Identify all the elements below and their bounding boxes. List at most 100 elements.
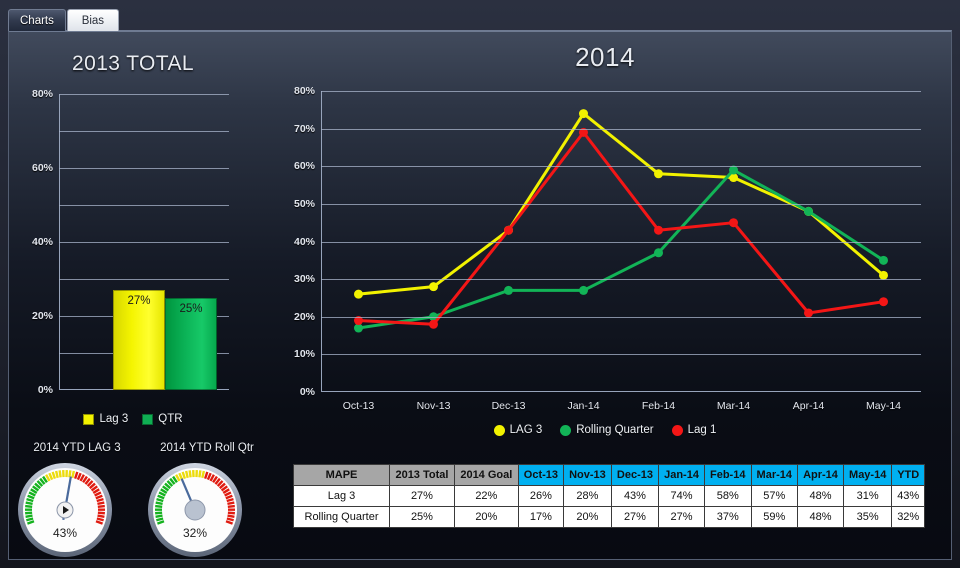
gauge-ytd-rollqtr-dial: 32% xyxy=(147,462,243,559)
line-point xyxy=(879,297,888,307)
line-point xyxy=(879,255,888,265)
line-y-tick: 20% xyxy=(293,310,315,323)
table-cell: 35% xyxy=(842,506,893,528)
gauge-tick xyxy=(25,504,33,508)
table-cell: 27% xyxy=(610,506,660,528)
line-point xyxy=(579,109,588,119)
table-header-cell: 2014 Goal xyxy=(453,464,519,486)
table-cell: 57% xyxy=(750,485,799,507)
bar-gridline xyxy=(59,205,229,206)
table-header-cell: Dec-13 xyxy=(610,464,660,486)
bar-y-tick: 0% xyxy=(37,384,53,396)
bar-chart-title: 2013 TOTAL xyxy=(72,52,194,75)
gauge-tick xyxy=(25,511,33,515)
gauge-tick xyxy=(58,470,62,478)
legend-item-qtr: QTR xyxy=(142,413,183,425)
gauge-tick xyxy=(68,470,72,478)
table-cell: 27% xyxy=(658,506,705,528)
tab-bias[interactable]: Bias xyxy=(66,9,119,31)
bar-gridline xyxy=(59,168,229,169)
line-x-tick: Apr-14 xyxy=(792,400,825,412)
line-x-tick: Feb-14 xyxy=(641,400,676,412)
legend-item-lag1: Lag 1 xyxy=(671,424,717,436)
line-point xyxy=(429,282,438,292)
gauge-tick xyxy=(227,511,235,515)
line-point xyxy=(804,206,813,216)
table-cell: 20% xyxy=(563,506,612,528)
table-body: Lag 3 27% 22% 26% 28% 43% 74% 58% 57% 48% 31% 43% Ro… xyxy=(293,485,925,528)
table-cell: 22% xyxy=(453,485,519,507)
table-header-cell: Nov-13 xyxy=(563,464,612,486)
gauge-ytd-lag3-title: 2014 YTD LAG 3 xyxy=(33,442,121,454)
legend-item-rolling-quarter: Rolling Quarter xyxy=(560,424,654,436)
line-y-tick: 40% xyxy=(293,235,315,248)
gauge-tick xyxy=(155,511,163,515)
table-header-cell: Oct-13 xyxy=(517,464,565,486)
line-y-tick: 60% xyxy=(293,160,315,173)
line-chart-legend: LAG 3 Rolling Quarter Lag 1 xyxy=(257,424,951,436)
table-cell: 31% xyxy=(842,485,893,507)
line-point xyxy=(654,169,663,179)
gauge-tick xyxy=(201,470,206,479)
bar-lag-3: 27% xyxy=(113,290,165,390)
table-cell: 37% xyxy=(703,506,752,528)
table-cell: 28% xyxy=(563,485,612,507)
bar-y-tick: 20% xyxy=(31,310,53,322)
legend-dot-lag1 xyxy=(671,424,683,436)
legend-dot-rolling-quarter xyxy=(560,424,572,436)
table-row-label: Rolling Quarter xyxy=(293,506,390,528)
line-y-tick: 80% xyxy=(293,85,315,97)
gauge-svg: 32% xyxy=(148,463,242,557)
application-window: Charts Bias 2013 TOTAL 0% 20% 40% 60% 80% 27%… xyxy=(0,0,960,568)
legend-label-lag3: Lag 3 xyxy=(99,413,129,425)
table-cell: 27% xyxy=(389,485,455,507)
table-cell: 59% xyxy=(750,506,799,528)
bar-gridline xyxy=(59,94,229,95)
bar-qtr: 25% xyxy=(165,297,217,390)
legend-swatch-lag3 xyxy=(83,413,95,425)
table-header-cell: YTD xyxy=(891,464,925,486)
gauge-svg: 43% xyxy=(18,463,112,557)
table-header-cell: Jan-14 xyxy=(658,464,705,486)
gauge-tick xyxy=(188,470,192,478)
table-row: Rolling Quarter 25% 20% 17% 20% 27% 27% 37% 59% 4… xyxy=(293,506,925,528)
line-gridline xyxy=(321,203,921,205)
line-y-tick: 0% xyxy=(299,386,315,398)
gauge-tick xyxy=(71,470,76,479)
table-row: Lag 3 27% 22% 26% 28% 43% 74% 58% 57% 48% 31% 43% xyxy=(293,485,925,507)
gauge-tick xyxy=(227,514,235,518)
table-header-cell: May-14 xyxy=(842,464,893,486)
line-series-lag-1 xyxy=(357,130,885,326)
line-point xyxy=(729,218,738,228)
line-gridline xyxy=(321,316,921,318)
gauge-tick xyxy=(25,501,33,506)
dashboard-content: 2013 TOTAL 0% 20% 40% 60% 80% 27% 25% Lag 3 QT… xyxy=(8,30,952,560)
line-point xyxy=(354,289,363,299)
line-gridline xyxy=(321,241,921,243)
line-point xyxy=(504,225,513,235)
table-cell: 32% xyxy=(891,506,925,528)
tab-charts[interactable]: Charts xyxy=(8,9,66,31)
line-x-tick: Mar-14 xyxy=(716,400,751,412)
mape-data-table: MAPE 2013 Total 2014 Goal Oct-13 Nov-13 Dec-1… xyxy=(293,464,925,528)
table-head: MAPE 2013 Total 2014 Goal Oct-13 Nov-13 Dec-1… xyxy=(293,464,925,486)
legend-item-lag3-line: LAG 3 xyxy=(493,424,542,436)
gauge-tick xyxy=(227,501,235,506)
tab-charts-label: Charts xyxy=(20,14,54,27)
table-header-row: MAPE 2013 Total 2014 Goal Oct-13 Nov-13 Dec-1… xyxy=(293,464,925,486)
line-y-tick: 30% xyxy=(293,273,315,286)
gauge-value-label: 43% xyxy=(53,526,77,540)
gauge-tick xyxy=(97,504,105,508)
table-header-cell: 2013 Total xyxy=(389,464,455,486)
line-point xyxy=(579,285,588,295)
line-x-tick: May-14 xyxy=(865,400,902,412)
table-cell: 58% xyxy=(703,485,752,507)
line-gridline xyxy=(321,279,921,281)
legend-label-lag1: Lag 1 xyxy=(687,424,717,436)
gauge-ytd-lag3-dial: 43% xyxy=(17,462,113,559)
gauge-tick xyxy=(97,511,105,515)
line-gridline xyxy=(321,166,921,168)
gauge-tick xyxy=(97,501,105,506)
table-cell: 17% xyxy=(517,506,565,528)
bar-y-tick: 80% xyxy=(31,88,53,100)
